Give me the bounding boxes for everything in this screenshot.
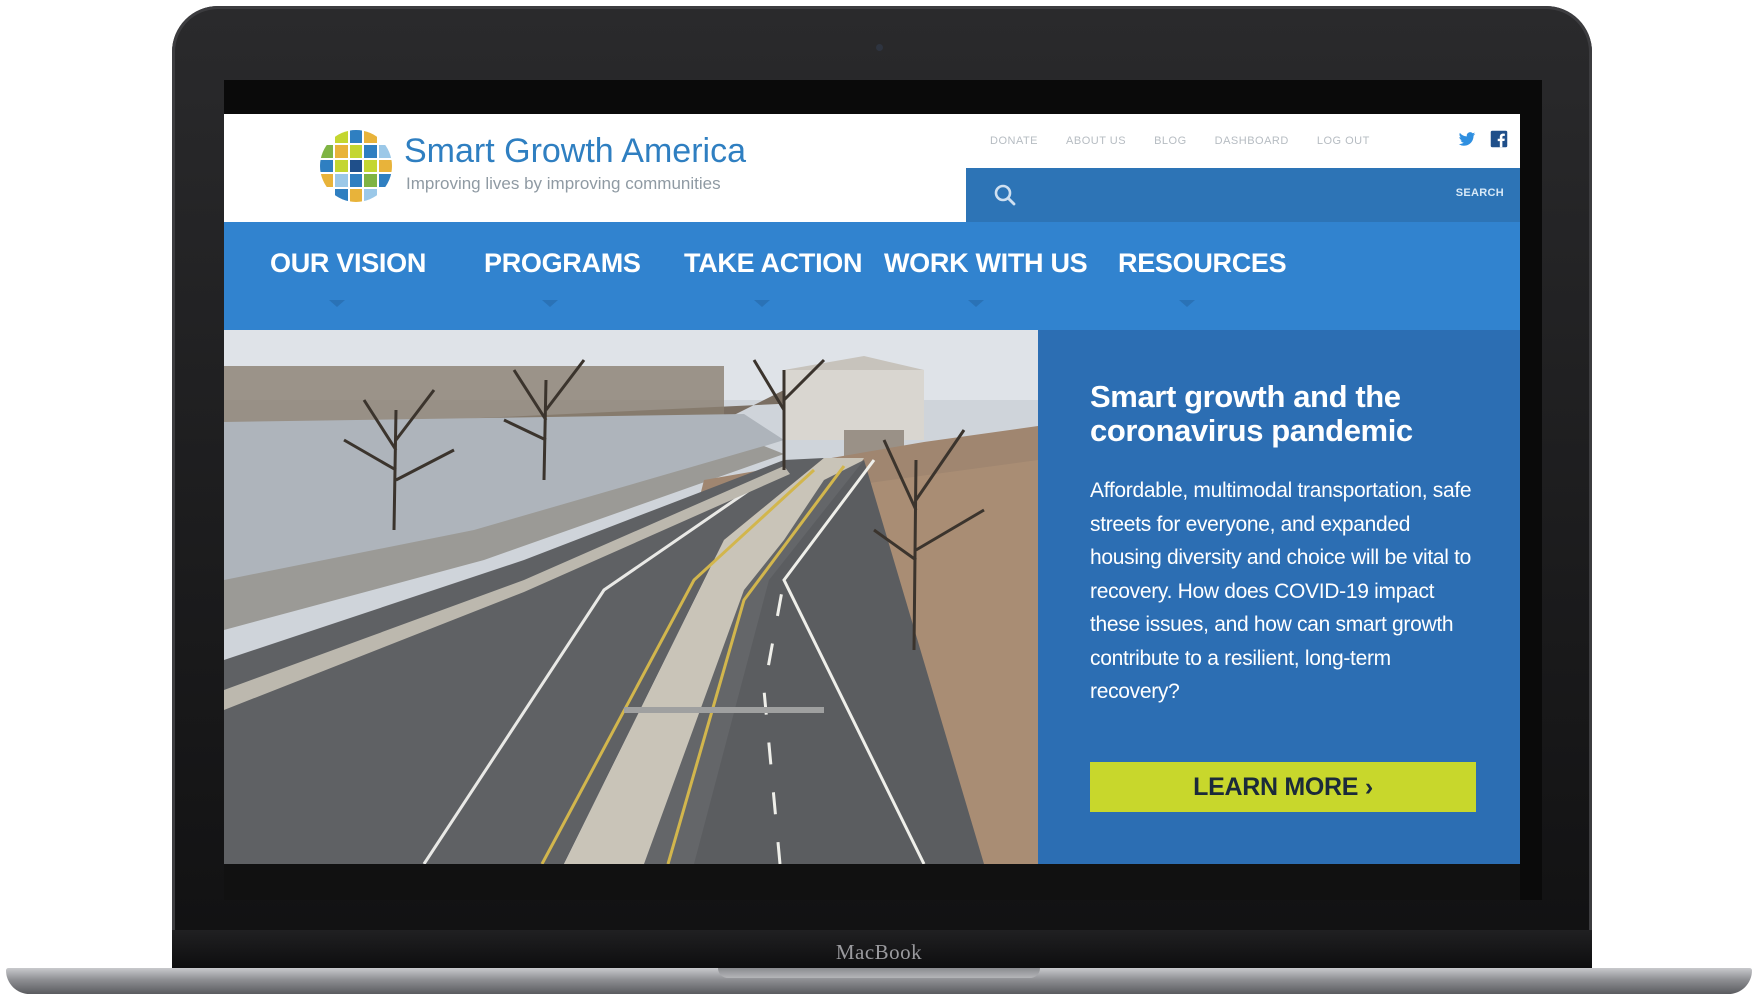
nav-item-work-with-us[interactable]: WORK WITH US — [884, 248, 1088, 279]
hero-text: Smart growth and the coronavirus pandemi… — [1090, 380, 1480, 709]
nav-item-resources[interactable]: RESOURCES — [1118, 248, 1287, 279]
utility-link-log-out[interactable]: LOG OUT — [1317, 135, 1370, 147]
utility-link-dashboard[interactable]: DASHBOARD — [1215, 135, 1289, 147]
utility-nav: DONATE ABOUT US BLOG DASHBOARD LOG OUT — [966, 114, 1520, 168]
utility-link-about-us[interactable]: ABOUT US — [1066, 135, 1126, 147]
nav-item-programs[interactable]: PROGRAMS — [484, 248, 641, 279]
logo-icon[interactable] — [320, 130, 392, 202]
chevron-down-icon — [1179, 300, 1195, 307]
main-nav: OUR VISION PROGRAMS TAKE ACTION WORK WIT… — [224, 222, 1520, 330]
utility-link-blog[interactable]: BLOG — [1154, 135, 1187, 147]
hero-heading: Smart growth and the coronavirus pandemi… — [1090, 379, 1413, 448]
hero-banner: Smart growth and the coronavirus pandemi… — [224, 330, 1520, 864]
learn-more-button[interactable]: LEARN MORE › — [1090, 762, 1476, 812]
search-icon[interactable] — [992, 182, 1018, 208]
webcam-icon — [876, 44, 883, 51]
hero-photo-highway — [224, 330, 1038, 864]
website: Smart Growth America Improving lives by … — [224, 114, 1520, 864]
logo-tagline: Improving lives by improving communities — [406, 174, 721, 193]
screen-bottom-bezel — [224, 864, 1520, 900]
search-button[interactable]: SEARCH — [1456, 187, 1504, 199]
facebook-icon[interactable] — [1490, 130, 1508, 148]
twitter-icon[interactable] — [1458, 130, 1476, 148]
nav-item-our-vision[interactable]: OUR VISION — [270, 248, 426, 279]
laptop-base-notch — [718, 968, 1040, 978]
chevron-down-icon — [754, 300, 770, 307]
chevron-down-icon — [542, 300, 558, 307]
nav-item-take-action[interactable]: TAKE ACTION — [684, 248, 862, 279]
search-input[interactable] — [1030, 180, 1410, 210]
logo-title[interactable]: Smart Growth America — [404, 132, 746, 171]
social-links — [1458, 130, 1508, 148]
chevron-down-icon — [968, 300, 984, 307]
hero-body: Affordable, multimodal transportation, s… — [1090, 479, 1472, 703]
chevron-down-icon — [329, 300, 345, 307]
utility-link-donate[interactable]: DONATE — [990, 135, 1038, 147]
search-bar: SEARCH — [966, 168, 1520, 222]
device-brand-label: MacBook — [835, 940, 923, 964]
